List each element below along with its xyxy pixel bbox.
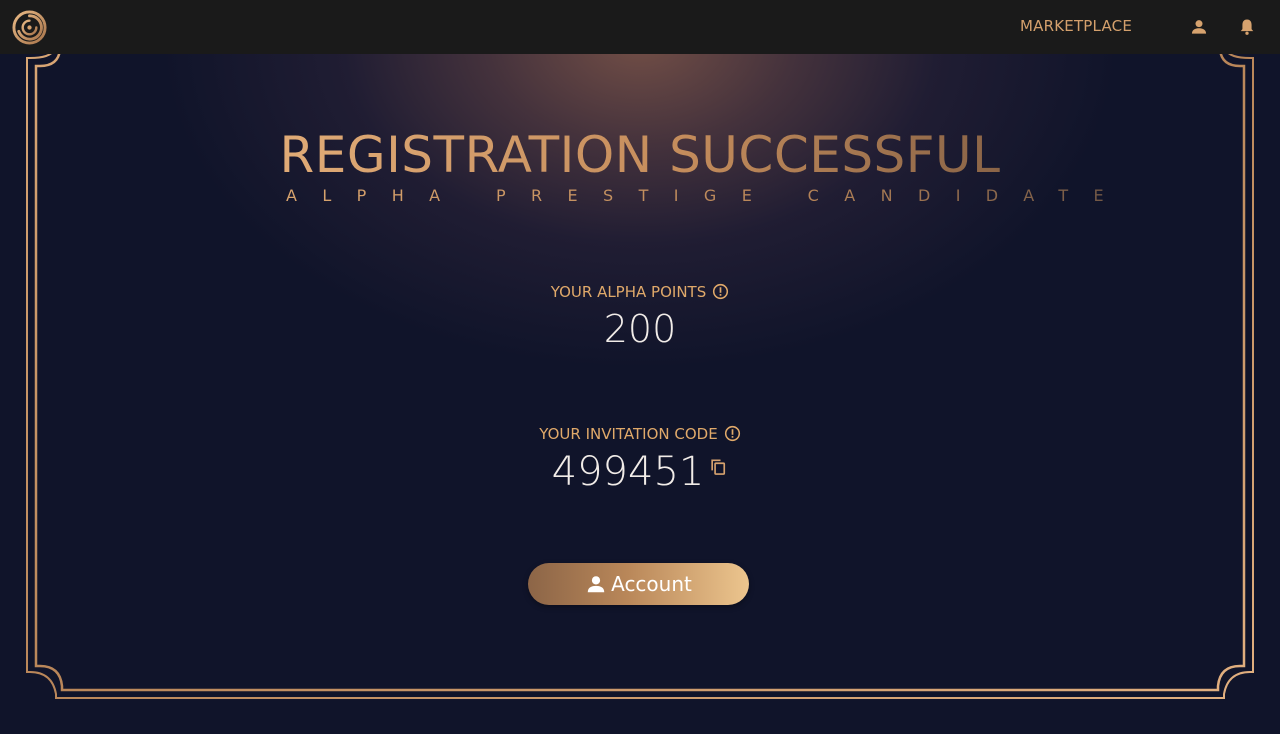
invitation-code-label: YOUR INVITATION CODE [0, 425, 1280, 443]
page-title: REGISTRATION SUCCESSFUL [279, 126, 1001, 184]
registration-success-page: MARKETPLACE REGISTRATION SUCCESSFUL ALPH… [0, 0, 1280, 734]
info-icon[interactable] [724, 425, 741, 442]
user-icon [587, 576, 605, 593]
page-subtitle: ALPHA PRESTIGE CANDIDATE [286, 186, 1130, 205]
spiral-logo-icon[interactable] [11, 9, 48, 46]
user-icon[interactable] [1189, 17, 1209, 37]
top-navigation-bar: MARKETPLACE [0, 0, 1280, 54]
copy-icon[interactable] [708, 457, 728, 477]
ornate-frame [26, 49, 1254, 699]
alpha-points-label-text: YOUR ALPHA POINTS [550, 283, 707, 301]
account-button[interactable]: Account [528, 563, 749, 605]
info-icon[interactable] [712, 283, 729, 300]
alpha-points-label: YOUR ALPHA POINTS [0, 283, 1280, 301]
account-button-label: Account [611, 572, 692, 596]
invitation-code-label-text: YOUR INVITATION CODE [539, 425, 718, 443]
invitation-code-value: 499451 [551, 449, 705, 495]
alpha-points-value: 200 [603, 307, 677, 351]
marketplace-link[interactable]: MARKETPLACE [1020, 17, 1132, 35]
bell-icon[interactable] [1237, 17, 1257, 37]
invitation-code-row: 499451 [0, 449, 1280, 495]
